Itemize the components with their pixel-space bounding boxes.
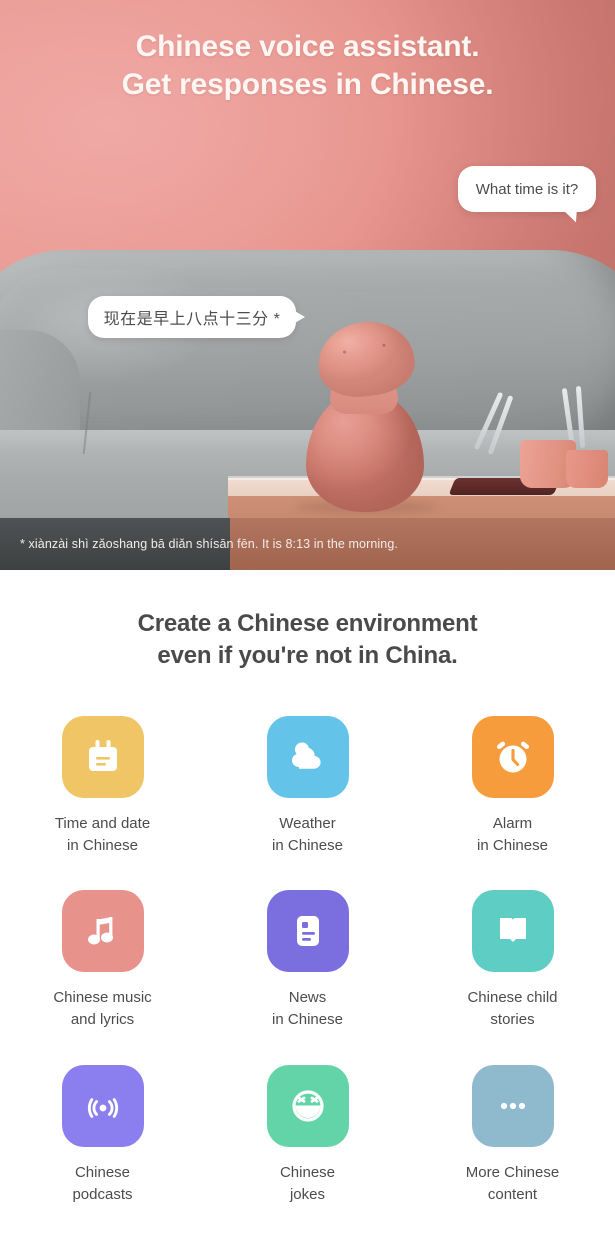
feature-item-time-and-date[interactable]: Time and date in Chinese [0,715,205,857]
feature-item-music[interactable]: Chinese music and lyrics [0,890,205,1031]
feature-label: News in Chinese [272,987,343,1031]
bubble-tail [563,208,579,224]
cloud-sun-icon [291,742,321,769]
features-title-line2: even if you're not in China. [157,641,458,669]
feature-item-more-content[interactable]: More Chinese content [410,1064,615,1206]
alarm-clock-icon [496,741,529,773]
ellipsis-more-icon-tile[interactable] [471,1064,554,1147]
features-grid: Time and date in Chinese Weather in Chin… [0,715,615,1206]
hero-section: Chinese voice assistant. Get responses i… [0,0,615,570]
calendar-notepad-icon-tile[interactable] [61,715,144,798]
feature-label: Chinese jokes [280,1162,335,1206]
feature-label-line2: podcasts [72,1185,133,1203]
feature-label-line1: Time and date [54,814,151,832]
caption-text: * xiànzài shì zǎoshang bā diǎn shísān fē… [20,537,398,551]
feature-item-jokes[interactable]: Chinese jokes [205,1064,410,1206]
cloud-sun-icon-tile[interactable] [266,715,349,798]
features-title: Create a Chinese environment even if you… [0,608,615,672]
feature-label-line2: content [487,1185,538,1203]
feature-label-line1: More Chinese [465,1163,560,1181]
features-title-line1: Create a Chinese environment [137,610,478,637]
feature-item-news[interactable]: News in Chinese [205,890,410,1031]
speaker-mic-dot [342,350,347,354]
bubble-tail [293,310,305,324]
hero-headline-line1: Chinese voice assistant. [135,30,480,63]
feature-label-line1: Alarm [492,814,533,832]
ellipsis-more-icon [500,1102,525,1109]
news-document-icon-tile[interactable] [266,890,349,973]
podcast-broadcast-icon-tile[interactable] [61,1064,144,1147]
feature-item-podcasts[interactable]: Chinese podcasts [0,1064,205,1206]
feature-item-child-stories[interactable]: Chinese child stories [410,890,615,1031]
assistant-answer-bubble: 现在是早上八点十三分 * [88,296,305,338]
user-question-bubble: What time is it? [458,166,596,224]
feature-label-line1: News [288,989,327,1007]
alarm-clock-icon-tile[interactable] [471,715,554,798]
hero-caption-bar: * xiànzài shì zǎoshang bā diǎn shísān fē… [0,518,615,570]
features-section: Create a Chinese environment even if you… [0,570,615,1206]
feature-label-line2: and lyrics [70,1011,135,1029]
feature-label: Weather in Chinese [272,813,343,857]
podcast-broadcast-icon [87,1097,118,1118]
feature-label-line1: Chinese child [467,989,558,1007]
feature-item-alarm[interactable]: Alarm in Chinese [410,715,615,857]
feature-label: Chinese child stories [467,987,557,1031]
hero-headline: Chinese voice assistant. Get responses i… [0,28,615,104]
open-book-icon-tile[interactable] [471,890,554,973]
feature-label-line2: in Chinese [272,1011,343,1029]
feature-label: Alarm in Chinese [477,813,548,857]
feature-label-line1: Weather [279,814,336,832]
pink-cup-secondary [566,450,608,488]
user-question-text: What time is it? [475,180,579,198]
feature-label: Chinese music and lyrics [53,987,151,1031]
feature-label-line2: in Chinese [477,836,548,854]
feature-label: More Chinese content [466,1162,559,1206]
feature-label-line1: Chinese [279,1163,336,1181]
laughing-face-icon [291,1090,324,1122]
feature-label-line2: in Chinese [272,836,343,854]
feature-item-weather[interactable]: Weather in Chinese [205,715,410,857]
open-book-icon [499,918,526,943]
feature-label: Chinese podcasts [72,1162,132,1206]
feature-label-line1: Chinese [74,1163,131,1181]
feature-label-line2: jokes [289,1185,325,1203]
hero-headline-line2: Get responses in Chinese. [121,68,494,102]
music-note-icon-tile[interactable] [61,890,144,973]
feature-label-line2: stories [490,1011,535,1029]
calendar-notepad-icon [88,739,117,771]
music-note-icon [87,917,113,945]
feature-label: Time and date in Chinese [55,813,150,857]
speaker-mic-dot [382,343,386,347]
laughing-face-icon-tile[interactable] [266,1064,349,1147]
feature-label-line1: Chinese music [53,989,152,1007]
news-document-icon [296,916,319,947]
assistant-answer-text: 现在是早上八点十三分 * [103,311,281,328]
feature-label-line2: in Chinese [67,836,138,854]
